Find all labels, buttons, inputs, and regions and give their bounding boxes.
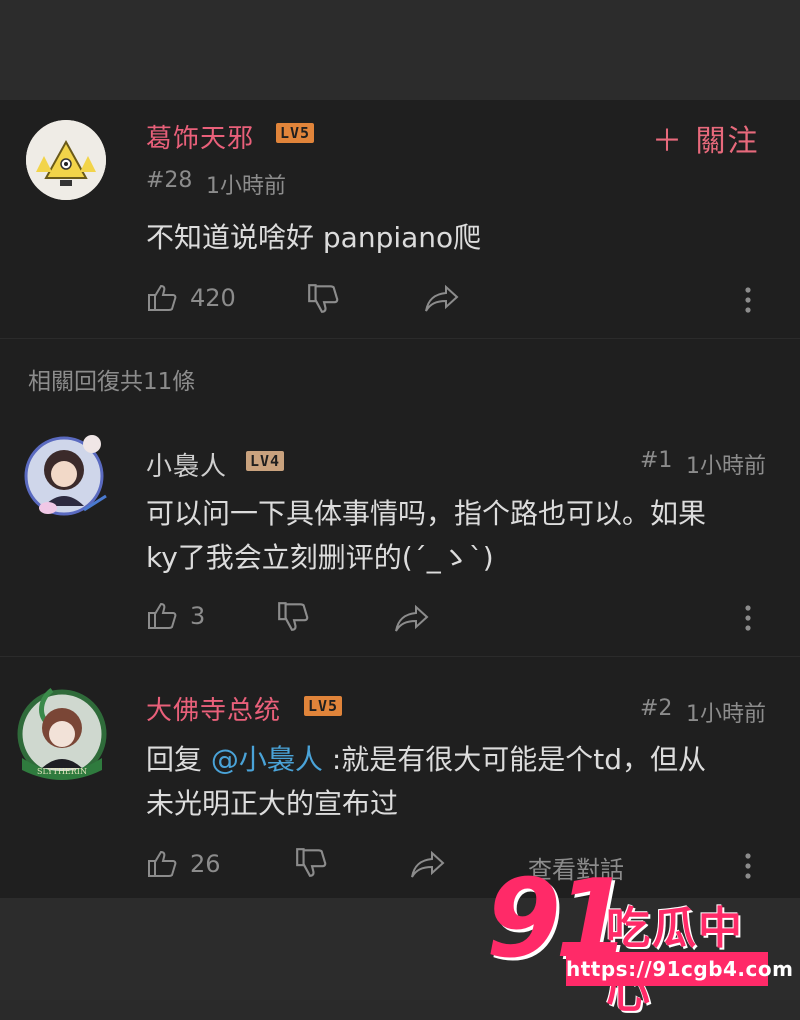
more-button[interactable] — [744, 286, 752, 314]
avatar[interactable] — [26, 120, 106, 200]
share-icon — [424, 284, 460, 314]
floor-number: #28 — [146, 168, 193, 193]
dislike-button[interactable] — [306, 282, 340, 316]
comment-text: 不知道说啥好 panpiano爬 — [146, 221, 482, 254]
dislike-button[interactable] — [276, 600, 310, 634]
like-count: 26 — [190, 850, 221, 878]
replies-count-title: 相關回復共11條 — [28, 369, 196, 395]
username[interactable]: 大佛寺总统 — [146, 690, 281, 727]
thumbs-down-icon — [276, 600, 310, 634]
like-count: 3 — [190, 602, 206, 630]
reply-prefix: 回复 — [146, 743, 211, 776]
share-button[interactable] — [394, 604, 430, 634]
mention-link[interactable]: @小裊人 — [211, 743, 323, 776]
username[interactable]: 葛饰天邪 — [146, 118, 254, 155]
timestamp: 1小時前 — [686, 702, 766, 727]
follow-button[interactable]: ＋ 關注 — [652, 116, 760, 160]
top-bar — [0, 0, 800, 100]
share-button[interactable] — [424, 284, 460, 314]
watermark-url: https://91cgb4.com — [566, 952, 793, 986]
timestamp: 1小時前 — [686, 454, 766, 479]
thumbs-down-icon — [306, 282, 340, 316]
divider — [0, 338, 800, 339]
svg-text:SLYTHERIN: SLYTHERIN — [37, 767, 87, 776]
thumbs-up-icon — [146, 600, 178, 632]
more-icon — [744, 286, 752, 314]
share-button[interactable] — [410, 850, 446, 880]
timestamp: 1小時前 — [206, 174, 286, 199]
thumbs-down-icon — [294, 846, 328, 880]
username[interactable]: 小裊人 — [146, 446, 227, 483]
dislike-button[interactable] — [294, 846, 328, 880]
more-button[interactable] — [744, 604, 752, 632]
reply-text: :就是有很大可能是个td，但从 — [322, 743, 707, 776]
divider — [0, 656, 800, 657]
thumbs-up-icon — [146, 282, 178, 314]
watermark-logo: 91 吃瓜中心 https://91cgb4.com — [486, 866, 793, 1019]
reply-text-line-1: 可以问一下具体事情吗，指个路也可以。如果 — [146, 497, 707, 530]
like-count: 420 — [190, 284, 236, 312]
level-badge: LV5 — [304, 696, 343, 716]
like-button[interactable]: 26 — [146, 848, 221, 880]
reply-text-line-2: ky了我会立刻删评的(´_ゝ`) — [146, 541, 494, 574]
share-icon — [394, 604, 430, 634]
level-badge: LV4 — [246, 451, 285, 471]
comment-panel: 葛饰天邪 LV5 ＋ 關注 #28 1小時前 不知道说啥好 panpiano爬 … — [0, 100, 800, 898]
avatar[interactable]: SLYTHERIN — [8, 680, 116, 788]
reply-text-line-1: 回复 @小裊人 :就是有很大可能是个td，但从 — [146, 738, 706, 782]
floor-number: #2 — [640, 696, 673, 721]
reply-text-line-2: 未光明正大的宣布过 — [146, 787, 399, 820]
like-button[interactable]: 3 — [146, 600, 205, 632]
level-badge: LV5 — [276, 123, 315, 143]
thumbs-up-icon — [146, 848, 178, 880]
more-icon — [744, 604, 752, 632]
floor-number: #1 — [640, 448, 673, 473]
share-icon — [410, 850, 446, 880]
avatar[interactable] — [14, 426, 114, 526]
like-button[interactable]: 420 — [146, 282, 236, 314]
